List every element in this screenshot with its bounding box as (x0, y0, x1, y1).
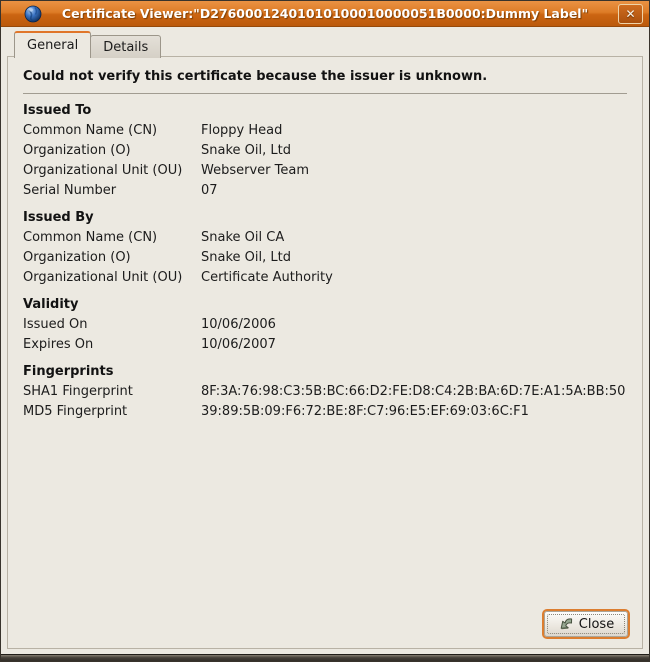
cert-field-row: Organizational Unit (OU) Webserver Team (23, 161, 627, 181)
field-value: Certificate Authority (201, 268, 627, 288)
section-issued-by: Issued By Common Name (CN) Snake Oil CA … (23, 208, 627, 288)
section-title: Validity (23, 295, 627, 315)
globe-icon (24, 5, 42, 23)
section-fingerprints: Fingerprints SHA1 Fingerprint 8F:3A:76:9… (23, 362, 627, 422)
cert-field-row: Common Name (CN) Snake Oil CA (23, 228, 627, 248)
section-title: Fingerprints (23, 362, 627, 382)
field-label: Common Name (CN) (23, 228, 201, 248)
general-tab-page: Could not verify this certificate becaus… (8, 57, 642, 422)
titlebar[interactable]: Certificate Viewer:"D2760001240101010001… (1, 1, 649, 27)
tab-details-label: Details (103, 40, 148, 55)
window-title: Certificate Viewer:"D2760001240101010001… (62, 1, 588, 27)
cert-field-row: Organization (O) Snake Oil, Ltd (23, 248, 627, 268)
field-value: 10/06/2007 (201, 335, 627, 355)
tab-general[interactable]: General (14, 31, 91, 58)
tab-general-label: General (27, 38, 78, 53)
close-button-label: Close (579, 617, 614, 632)
cert-field-row: Organization (O) Snake Oil, Ltd (23, 141, 627, 161)
field-label: Issued On (23, 315, 201, 335)
close-arrow-icon (558, 616, 574, 632)
field-value: 39:89:5B:09:F6:72:BE:8F:C7:96:E5:EF:69:0… (201, 402, 627, 422)
cert-field-row: Common Name (CN) Floppy Head (23, 121, 627, 141)
tab-bar: General Details (14, 31, 161, 58)
tab-details[interactable]: Details (90, 35, 161, 58)
verification-warning: Could not verify this certificate becaus… (23, 68, 627, 85)
cert-field-row: MD5 Fingerprint 39:89:5B:09:F6:72:BE:8F:… (23, 402, 627, 422)
field-label: Organizational Unit (OU) (23, 161, 201, 181)
section-title: Issued To (23, 101, 627, 121)
field-label: Organizational Unit (OU) (23, 268, 201, 288)
window-close-x-icon: ✕ (625, 7, 635, 21)
cert-field-row: Organizational Unit (OU) Certificate Aut… (23, 268, 627, 288)
field-value: 10/06/2006 (201, 315, 627, 335)
field-label: Expires On (23, 335, 201, 355)
section-issued-to: Issued To Common Name (CN) Floppy Head O… (23, 101, 627, 201)
section-title: Issued By (23, 208, 627, 228)
close-button[interactable]: Close (544, 611, 628, 637)
field-label: Serial Number (23, 181, 201, 201)
notebook-frame: Could not verify this certificate becaus… (7, 56, 643, 649)
field-value: Snake Oil, Ltd (201, 141, 627, 161)
field-label: Organization (O) (23, 248, 201, 268)
field-label: Organization (O) (23, 141, 201, 161)
certificate-viewer-window: Certificate Viewer:"D2760001240101010001… (0, 0, 650, 662)
cert-field-row: Serial Number 07 (23, 181, 627, 201)
window-close-button[interactable]: ✕ (618, 4, 643, 24)
section-validity: Validity Issued On 10/06/2006 Expires On… (23, 295, 627, 355)
field-value: Webserver Team (201, 161, 627, 181)
field-label: MD5 Fingerprint (23, 402, 201, 422)
field-value: Floppy Head (201, 121, 627, 141)
field-value: 07 (201, 181, 627, 201)
close-button-focus-ring: Close (542, 609, 630, 639)
window-bottom-frame (1, 654, 649, 661)
field-value: Snake Oil CA (201, 228, 627, 248)
field-label: Common Name (CN) (23, 121, 201, 141)
cert-field-row: Expires On 10/06/2007 (23, 335, 627, 355)
field-label: SHA1 Fingerprint (23, 382, 201, 402)
separator-line (23, 93, 627, 94)
field-value: 8F:3A:76:98:C3:5B:BC:66:D2:FE:D8:C4:2B:B… (201, 382, 627, 402)
cert-field-row: SHA1 Fingerprint 8F:3A:76:98:C3:5B:BC:66… (23, 382, 627, 402)
cert-field-row: Issued On 10/06/2006 (23, 315, 627, 335)
field-value: Snake Oil, Ltd (201, 248, 627, 268)
